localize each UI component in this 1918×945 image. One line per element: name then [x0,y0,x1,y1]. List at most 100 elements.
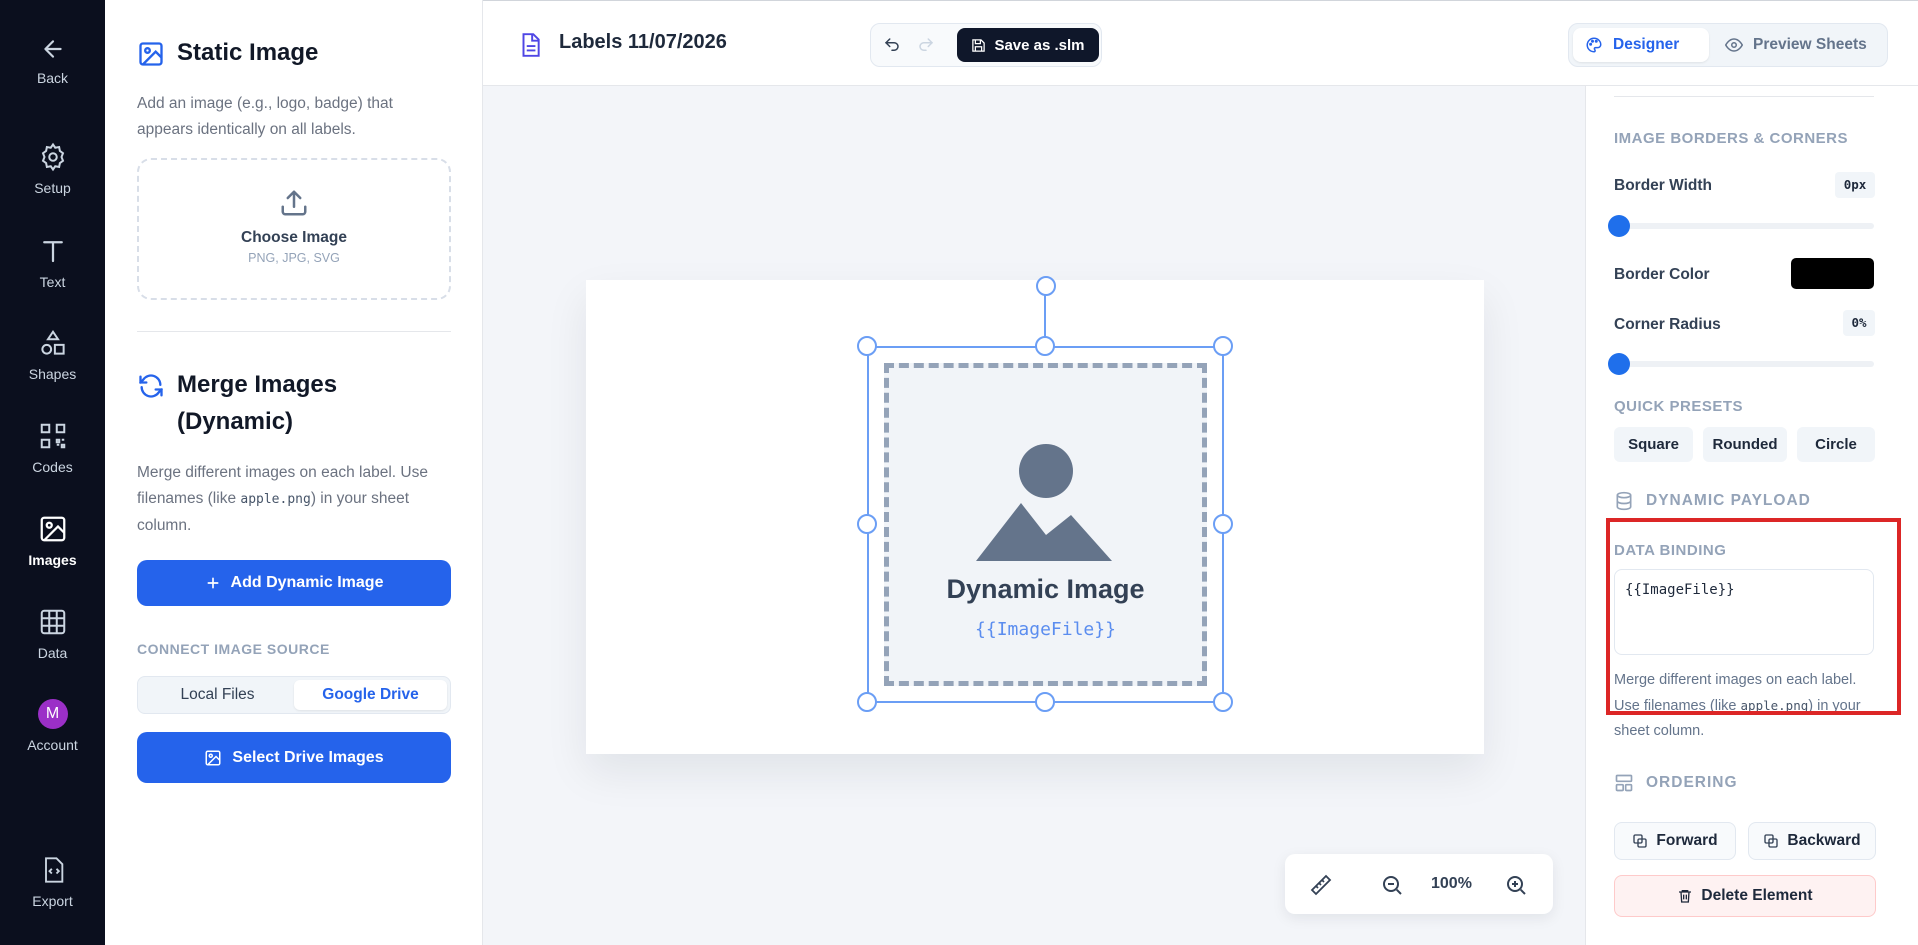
slider-thumb[interactable] [1608,215,1630,237]
preset-square[interactable]: Square [1614,427,1693,462]
eye-icon [1725,38,1743,52]
source-google-drive[interactable]: Google Drive [294,680,447,710]
select-drive-images-button[interactable]: Select Drive Images [137,732,451,783]
choose-image-label: Choose Image [241,229,347,246]
rail-item-shapes[interactable]: Shapes [0,328,105,382]
rail-label: Images [28,552,77,568]
shapes-icon [40,329,65,355]
image-icon [40,516,65,542]
placeholder-binding: {{ImageFile}} [975,619,1116,640]
rail-label: Setup [34,180,71,196]
merge-images-subtitle: (Dynamic) [177,408,294,435]
rail-label: Data [37,645,68,661]
upload-icon [281,190,307,216]
document-title[interactable]: Labels 11/07/2026 [559,31,727,54]
connect-source-label: CONNECT IMAGE SOURCE [137,641,330,657]
tab-designer[interactable]: Designer [1573,28,1709,62]
rotate-handle[interactable] [1036,276,1056,296]
back-label: Back [36,70,69,86]
border-width-slider[interactable] [1608,215,1874,237]
database-icon [1616,491,1632,511]
save-icon [972,38,986,52]
code-file-icon [44,857,63,883]
zoom-in-icon[interactable] [1504,873,1528,897]
resize-handle-s[interactable] [1035,692,1055,712]
rail-label: Codes [32,459,73,475]
top-bar: Labels 11/07/2026 Save as .slm Designer … [483,0,1918,86]
resize-handle-nw[interactable] [857,336,877,356]
resize-handle-n[interactable] [1035,336,1055,356]
corner-radius-value: 0% [1843,310,1875,336]
tab-preview-sheets[interactable]: Preview Sheets [1713,28,1885,62]
export-label: Export [32,893,73,909]
quick-presets-label: QUICK PRESETS [1614,398,1744,415]
rail-item-data[interactable]: Data [0,607,105,661]
rail-item-text[interactable]: Text [0,236,105,290]
image-icon [205,750,221,765]
choose-image-dropzone[interactable]: Choose Image PNG, JPG, SVG [137,158,451,300]
annotation-highlight-box [1606,518,1901,715]
refresh-icon [139,374,163,398]
document-icon [522,33,540,57]
static-image-description: Add an image (e.g., logo, badge) that ap… [137,95,393,138]
static-image-title: Static Image [177,39,319,66]
qr-code-icon [40,423,65,449]
rail-item-images[interactable]: Images [0,514,105,568]
properties-panel: IMAGE BORDERS & CORNERS Border Width 0px… [1585,86,1918,945]
forward-label: Forward [1656,832,1718,849]
borders-header: IMAGE BORDERS & CORNERS [1614,130,1849,147]
corner-radius-slider[interactable] [1608,353,1874,375]
rail-item-codes[interactable]: Codes [0,421,105,475]
text-icon [42,241,63,263]
image-source-toggle: Local Files Google Drive [137,676,451,714]
ordering-header: ORDERING [1614,773,1738,793]
images-panel: Static Image Add an image (e.g., logo, b… [105,0,483,945]
undo-icon[interactable] [883,36,901,54]
border-width-label: Border Width [1614,177,1713,194]
send-backward-icon [1764,834,1779,848]
source-local-files[interactable]: Local Files [141,680,294,710]
dynamic-payload-label: DYNAMIC PAYLOAD [1646,492,1811,509]
bring-forward-icon [1633,834,1648,848]
resize-handle-sw[interactable] [857,692,877,712]
preset-rounded[interactable]: Rounded [1703,427,1787,462]
preset-circle[interactable]: Circle [1797,427,1875,462]
resize-handle-e[interactable] [1213,514,1233,534]
table-icon [40,609,65,635]
image-formats: PNG, JPG, SVG [248,251,340,265]
merge-images-description: Merge different images on each label. Us… [137,464,428,534]
dynamic-image-element[interactable]: Dynamic Image {{ImageFile}} [867,346,1224,703]
delete-element-button[interactable]: Delete Element [1614,875,1876,917]
corner-radius-label: Corner Radius [1614,316,1721,333]
send-backward-button[interactable]: Backward [1748,822,1876,860]
resize-handle-ne[interactable] [1213,336,1233,356]
rail-label: Account [27,737,78,753]
bring-forward-button[interactable]: Forward [1614,822,1736,860]
save-button[interactable]: Save as .slm [957,28,1099,62]
zoom-out-icon[interactable] [1380,873,1404,897]
image-icon [139,42,163,66]
ordering-label: ORDERING [1646,774,1738,791]
zoom-level: 100% [1431,875,1472,892]
delete-label: Delete Element [1701,887,1813,904]
rail-item-setup[interactable]: Setup [0,142,105,196]
select-drive-images-label: Select Drive Images [232,748,384,766]
export-button[interactable]: Export [0,855,105,909]
save-label: Save as .slm [994,36,1085,54]
backward-label: Backward [1787,832,1861,849]
rail-item-account[interactable]: M Account [0,699,105,753]
add-dynamic-image-button[interactable]: Add Dynamic Image [137,560,451,606]
resize-handle-se[interactable] [1213,692,1233,712]
static-image-heading: Static Image [137,34,451,71]
border-color-label: Border Color [1614,266,1710,283]
divider [1614,96,1874,97]
merge-images-heading: Merge Images (Dynamic) [137,366,451,440]
avatar: M [37,699,68,729]
resize-handle-w[interactable] [857,514,877,534]
slider-thumb[interactable] [1608,353,1630,375]
rail-label: Text [39,274,66,290]
redo-icon[interactable] [917,36,935,54]
ruler-icon[interactable] [1309,873,1333,897]
back-button[interactable]: Back [0,36,105,86]
border-color-swatch[interactable] [1791,258,1874,289]
